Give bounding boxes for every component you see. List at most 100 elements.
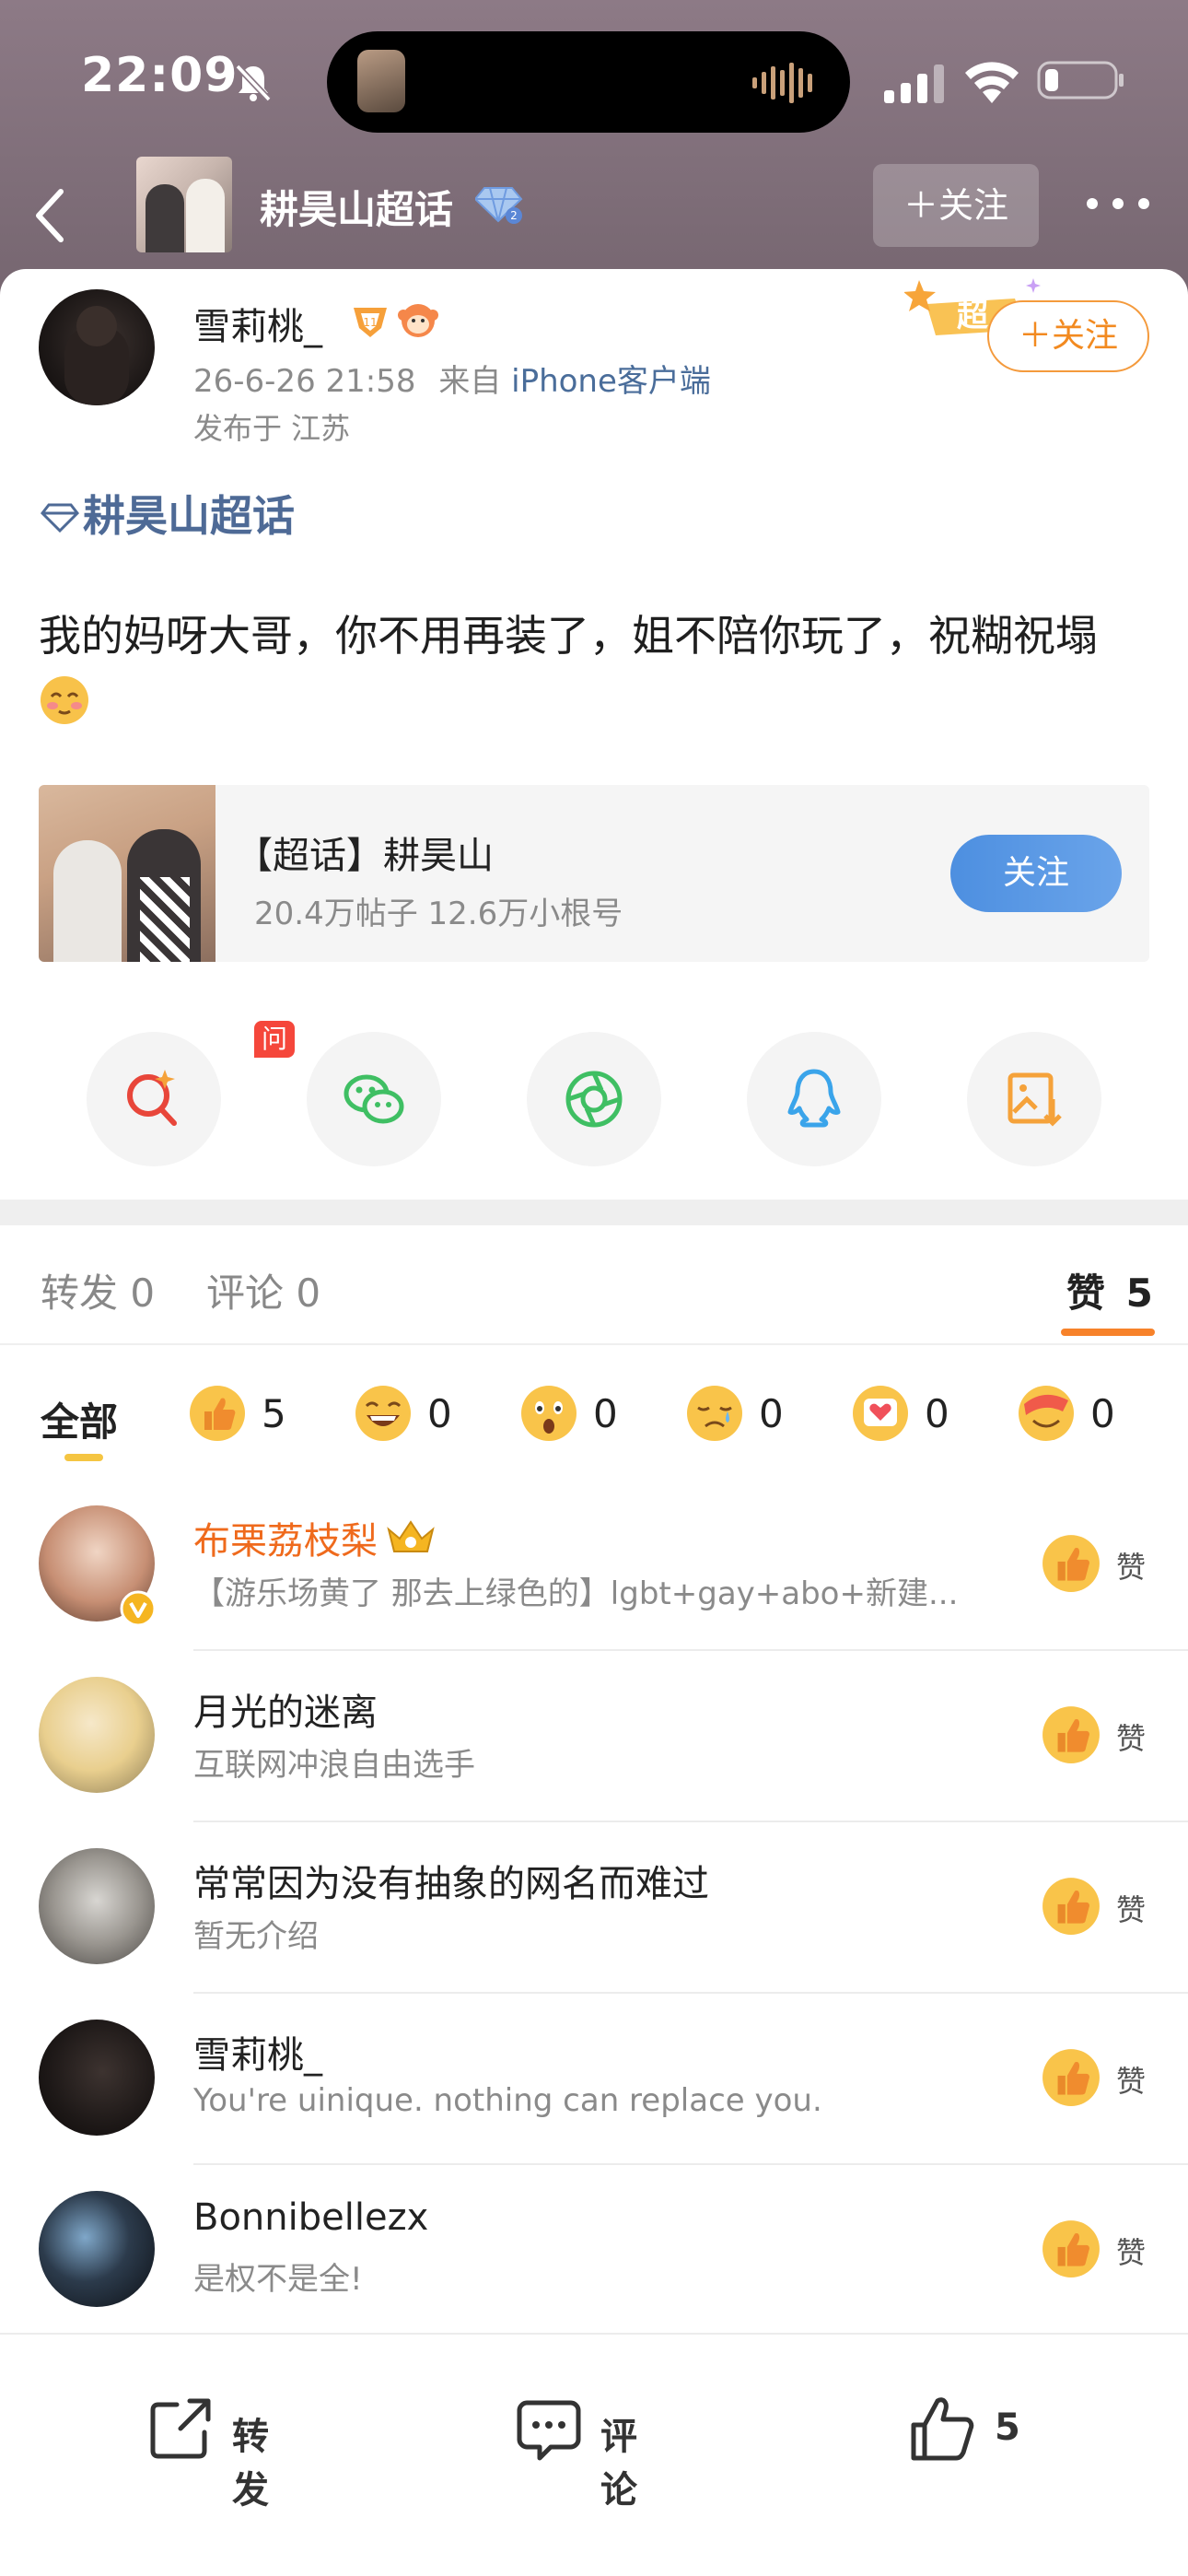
user-name[interactable]: Bonnibellezx [193, 2196, 428, 2239]
status-bar: 22:09 [0, 0, 1188, 157]
qq-penguin-icon [787, 1069, 841, 1128]
bottom-action-bar: 转发 评论 5 [0, 2333, 1188, 2576]
share-row: 问智搜 [0, 1021, 1188, 1170]
like-label: 赞 [1116, 1721, 1147, 1756]
repost-label: 转发 [232, 2416, 269, 2512]
svg-text:2: 2 [510, 209, 518, 222]
active-tab-indicator [1061, 1329, 1155, 1336]
supertopic-link-text: 耕昊山超话 [83, 491, 295, 541]
supertopic-thumbnail [39, 785, 215, 962]
ask-search-button[interactable]: 问智搜 [87, 1021, 296, 1166]
like-label: 赞 [1116, 1892, 1147, 1927]
author-follow-button[interactable]: ＋关注 [987, 300, 1149, 372]
repost-icon [150, 2398, 211, 2459]
crown-badge-icon [387, 1520, 435, 1552]
cellular-signal-icon [884, 64, 944, 103]
filter-thumbs-up-count: 5 [262, 1391, 286, 1436]
ask-search-tag: 问智搜 [254, 1021, 296, 1128]
qq-share-button[interactable] [747, 1032, 881, 1166]
like-icon [1042, 2049, 1100, 2106]
diamond-icon [41, 503, 79, 533]
post-date: 26-6-26 21:58 [193, 363, 416, 400]
filter-surprised-count: 0 [593, 1391, 618, 1436]
supertopic-follow-button[interactable]: 关注 [950, 835, 1122, 912]
post-source[interactable]: iPhone客户端 [511, 363, 711, 400]
list-item[interactable]: 雪莉桃_ You're uinique. nothing can replace… [0, 1994, 1188, 2165]
save-image-button[interactable] [967, 1032, 1101, 1166]
comment-icon [517, 2400, 581, 2461]
thumbs-up-icon [190, 1386, 245, 1441]
supertopic-name: 【超话】耕昊山 [236, 835, 494, 877]
tab-comment[interactable]: 评论 0 [206, 1262, 320, 1318]
island-thumbnail [357, 50, 405, 112]
supertopic-link[interactable]: 耕昊山超话 [41, 483, 295, 544]
supertopic-stats: 20.4万帖子 12.6万小根号 [254, 896, 623, 932]
like-icon [1042, 1878, 1100, 1935]
post-location: 发布于 江苏 [193, 411, 351, 446]
member-badge-icon: 11 [354, 308, 387, 337]
chao-badge-text: 超 [957, 298, 989, 334]
wechat-share-button[interactable] [307, 1032, 441, 1166]
post-card: 雪莉桃_ 11 26-6-26 21:58 来自 iPhone客户端 发布于 江… [0, 269, 1188, 1200]
user-name[interactable]: 布栗荔枝梨 [193, 1511, 437, 1564]
user-name[interactable]: 雪莉桃_ [193, 2025, 322, 2078]
post-text: 我的妈呀大哥，你不用再装了，姐不陪你玩了，祝糊祝塌 [39, 611, 1098, 661]
like-count: 5 [995, 2406, 1020, 2449]
author-avatar[interactable] [39, 289, 155, 405]
wechat-icon [344, 1074, 404, 1124]
supertopic-avatar[interactable] [136, 157, 232, 252]
filter-sad-count: 0 [759, 1391, 784, 1436]
user-avatar[interactable] [39, 2020, 155, 2136]
user-avatar[interactable] [39, 1677, 155, 1793]
sad-emoji-icon [687, 1386, 742, 1441]
like-label: 赞 [1116, 2235, 1147, 2270]
heart-emoji-icon [853, 1386, 908, 1441]
dynamic-island[interactable] [327, 31, 850, 133]
verified-badge-icon [120, 1590, 157, 1627]
reaction-filters: 全部 5 0 0 0 0 0 [0, 1347, 1188, 1476]
angry-emoji-icon [1019, 1386, 1074, 1441]
laugh-emoji-icon [355, 1386, 411, 1441]
list-item[interactable]: 布栗荔枝梨 【游乐场黄了 那去上绿色的】lgbt+gay+abo+新建... 赞 [0, 1480, 1188, 1651]
interaction-tabs: 转发 0 评论 0 赞 5 [0, 1225, 1188, 1345]
like-icon [1042, 1706, 1100, 1763]
post-meta: 26-6-26 21:58 来自 iPhone客户端 [193, 356, 711, 401]
bell-muted-icon [235, 64, 272, 102]
tab-like[interactable]: 赞 5 [1066, 1262, 1153, 1318]
back-arrow-icon[interactable] [28, 179, 74, 252]
like-label: 赞 [1116, 1550, 1147, 1585]
moments-share-button[interactable] [527, 1032, 661, 1166]
comment-label: 评论 [600, 2416, 637, 2512]
list-item[interactable]: 月光的迷离 互联网冲浪自由选手 赞 [0, 1651, 1188, 1822]
search-sparkle-icon [127, 1070, 177, 1126]
clock: 22:09 [81, 48, 239, 103]
tab-like-count: 5 [1125, 1270, 1153, 1316]
battery-icon [1037, 61, 1124, 100]
user-description: 互联网冲浪自由选手 [193, 1747, 475, 1784]
user-avatar[interactable] [39, 2191, 155, 2307]
post-body: 我的妈呀大哥，你不用再装了，姐不陪你玩了，祝糊祝塌 [39, 603, 1144, 735]
svg-text:11: 11 [363, 316, 377, 329]
page-title[interactable]: 耕昊山超话 [260, 179, 453, 235]
list-item[interactable]: 常常因为没有抽象的网名而难过 暂无介绍 赞 [0, 1822, 1188, 1994]
filter-heart-count: 0 [925, 1391, 949, 1436]
nav-bar: 耕昊山超话 2 ＋关注 [0, 157, 1188, 276]
thumbs-up-outline-icon [911, 2397, 974, 2461]
filter-all[interactable]: 全部 [41, 1391, 118, 1447]
moments-aperture-icon [565, 1071, 623, 1128]
supertopic-card[interactable]: 【超话】耕昊山 20.4万帖子 12.6万小根号 关注 [39, 785, 1149, 962]
list-item[interactable]: Bonnibellezx 是权不是全! 赞 [0, 2165, 1188, 2336]
filter-laugh-count: 0 [427, 1391, 452, 1436]
user-name[interactable]: 月光的迷离 [193, 1682, 378, 1736]
user-avatar[interactable] [39, 1848, 155, 1964]
user-name-text: 布栗荔枝梨 [193, 1520, 378, 1563]
monkey-badge-icon [398, 304, 438, 337]
more-options-icon[interactable] [1083, 190, 1153, 217]
like-icon [1042, 1535, 1100, 1592]
nav-follow-button[interactable]: ＋关注 [873, 164, 1039, 247]
tab-like-label: 赞 [1066, 1270, 1106, 1316]
tab-repost[interactable]: 转发 0 [41, 1262, 155, 1318]
author-name[interactable]: 雪莉桃_ [193, 297, 322, 350]
user-name[interactable]: 常常因为没有抽象的网名而难过 [193, 1854, 709, 1907]
blushing-emoji-icon [41, 676, 88, 724]
